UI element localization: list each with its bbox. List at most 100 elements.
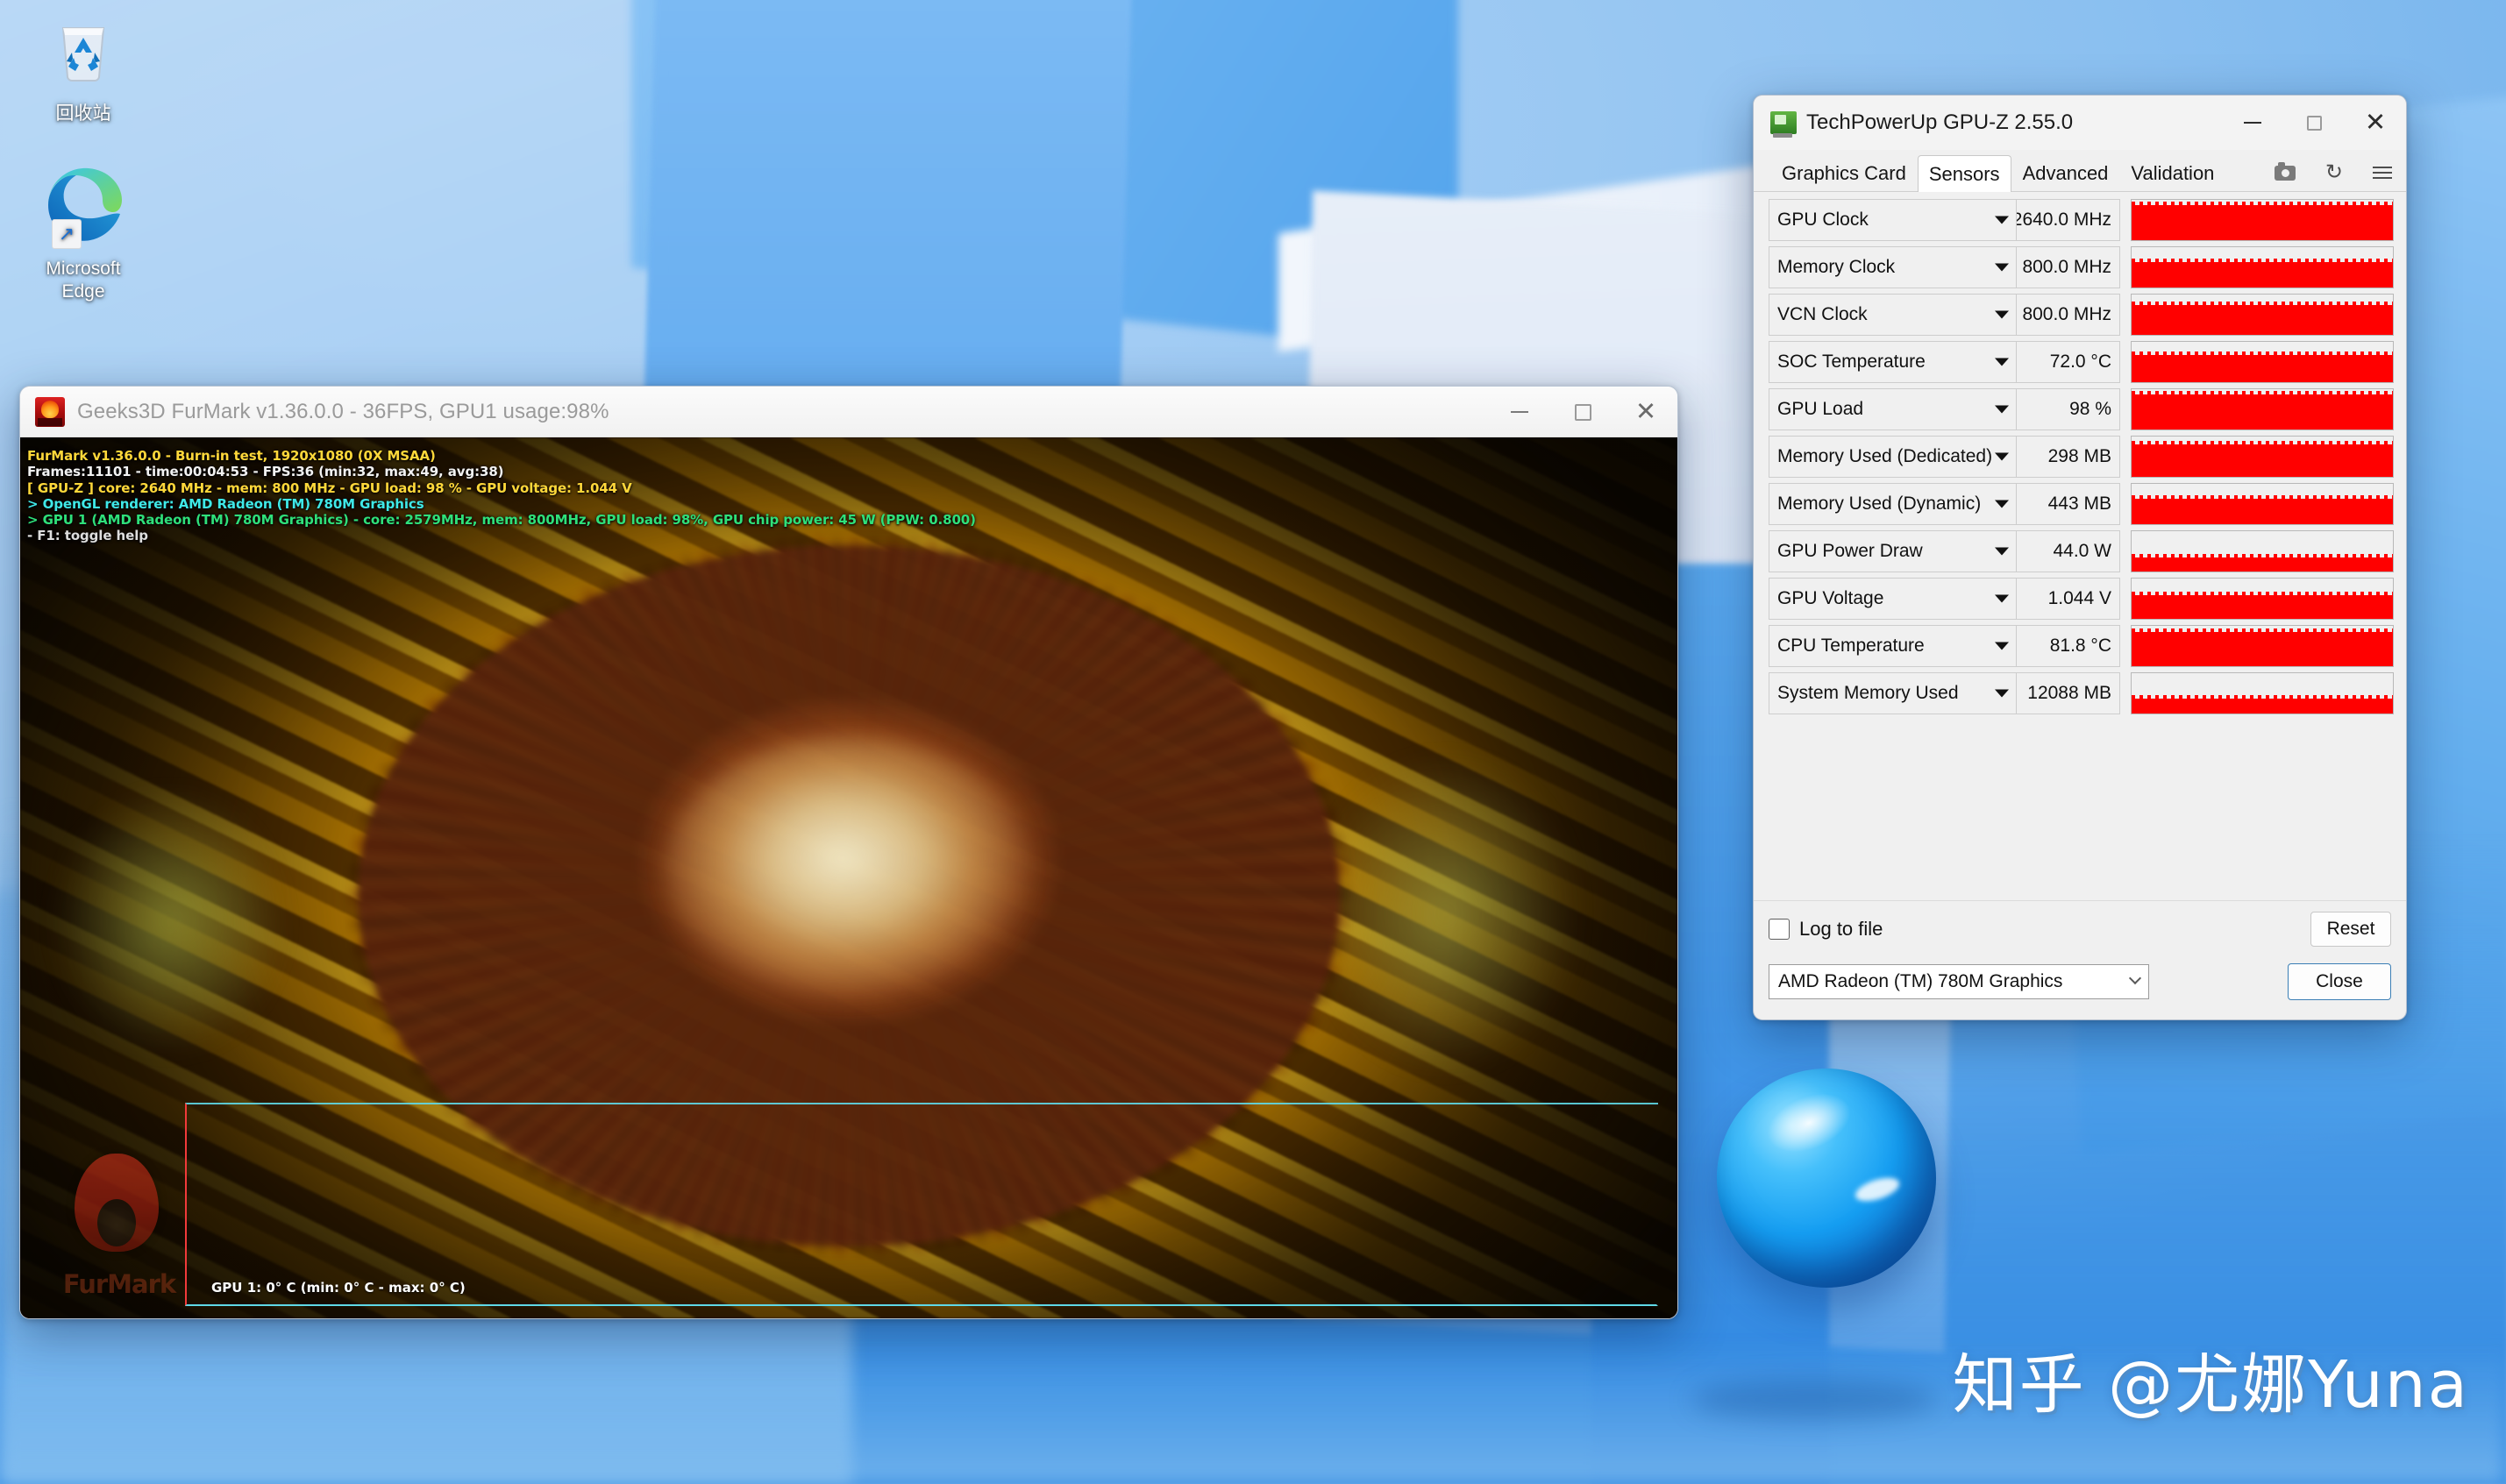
furmark-hud-line-4: > OpenGL renderer: AMD Radeon (TM) 780M …: [27, 495, 424, 512]
sensor-graph-fill: [2132, 628, 2393, 666]
shortcut-arrow-icon: ↗: [52, 219, 82, 249]
sensor-graph: [2131, 530, 2394, 572]
furmark-minimize-button[interactable]: [1488, 387, 1551, 437]
furmark-titlebar[interactable]: Geeks3D FurMark v1.36.0.0 - 36FPS, GPU1 …: [20, 387, 1677, 437]
refresh-icon[interactable]: ↻: [2325, 162, 2343, 183]
log-to-file-label: Log to file: [1799, 917, 1883, 940]
sensor-row: Memory Used (Dedicated) 298 MB: [1769, 436, 2394, 478]
desktop-icon-microsoft-edge[interactable]: ↗ Microsoft Edge: [18, 156, 149, 304]
furmark-maximize-button[interactable]: [1551, 387, 1614, 437]
gpuz-maximize-button[interactable]: [2283, 96, 2345, 150]
furmark-flame-icon: [35, 396, 65, 427]
sensor-graph-fill: [2132, 592, 2393, 619]
tab-graphics-card[interactable]: Graphics Card: [1770, 154, 1918, 191]
sensor-row: GPU Voltage 1.044 V: [1769, 578, 2394, 620]
sensor-name-select[interactable]: GPU Load: [1769, 388, 2017, 430]
tab-sensors[interactable]: Sensors: [1917, 155, 2011, 192]
sensor-graph: [2131, 625, 2394, 667]
sensor-graph: [2131, 294, 2394, 336]
tab-validation[interactable]: Validation: [2119, 154, 2225, 191]
gpuz-window-title: TechPowerUp GPU-Z 2.55.0: [1806, 110, 2074, 134]
sensor-graph-fill: [2132, 202, 2393, 240]
desktop-icon-recycle-bin[interactable]: 回收站: [18, 14, 149, 126]
sensor-value: 72.0 °C: [2017, 341, 2120, 383]
sensor-name-select[interactable]: GPU Clock: [1769, 199, 2017, 241]
caret-down-icon: [1995, 263, 2009, 272]
sensor-value: 800.0 MHz: [2017, 246, 2120, 288]
sensor-row: GPU Clock 2640.0 MHz: [1769, 199, 2394, 241]
sensor-graph-fill: [2132, 259, 2393, 288]
furmark-logo-flame-icon: [75, 1154, 159, 1252]
sensor-name-select[interactable]: System Memory Used: [1769, 672, 2017, 714]
sensor-name-select[interactable]: VCN Clock: [1769, 294, 2017, 336]
gpuz-titlebar[interactable]: TechPowerUp GPU-Z 2.55.0 ✕: [1754, 96, 2406, 150]
furmark-close-button[interactable]: ✕: [1614, 387, 1677, 437]
edge-icon: ↗: [36, 156, 131, 251]
sensor-name-select[interactable]: CPU Temperature: [1769, 625, 2017, 667]
sensor-name-select[interactable]: SOC Temperature: [1769, 341, 2017, 383]
furmark-hud-line-1: FurMark v1.36.0.0 - Burn-in test, 1920x1…: [27, 448, 436, 464]
sensor-row: CPU Temperature 81.8 °C: [1769, 625, 2394, 667]
caret-down-icon: [1995, 310, 2009, 319]
furmark-window-controls: ✕: [1488, 387, 1677, 437]
close-button[interactable]: Close: [2288, 963, 2391, 1000]
gpuz-log-row: Log to file Reset: [1754, 900, 2406, 956]
sensor-name-label: Memory Clock: [1777, 257, 1896, 277]
caret-down-icon: [1995, 500, 2009, 508]
gpuz-tabstrip: Graphics Card Sensors Advanced Validatio…: [1754, 150, 2406, 192]
caret-down-icon: [1995, 405, 2009, 414]
sensor-name-select[interactable]: GPU Voltage: [1769, 578, 2017, 620]
sensor-value: 800.0 MHz: [2017, 294, 2120, 336]
furmark-temp-graph-frame: [185, 1103, 1658, 1306]
sensor-graph-fill: [2132, 301, 2393, 335]
chevron-down-icon: [2128, 971, 2142, 985]
log-to-file-checkbox[interactable]: [1769, 918, 1790, 940]
furmark-logo-text: FurMark: [62, 1269, 176, 1299]
furmark-hud-line-2: Frames:11101 - time:00:04:53 - FPS:36 (m…: [27, 464, 504, 480]
sensor-value: 44.0 W: [2017, 530, 2120, 572]
sensor-name-label: VCN Clock: [1777, 304, 1868, 324]
desktop-icon-label-line2: Edge: [61, 281, 105, 302]
sensor-value: 81.8 °C: [2017, 625, 2120, 667]
sensor-graph: [2131, 672, 2394, 714]
sensor-name-label: GPU Load: [1777, 399, 1864, 419]
furmark-render-canvas[interactable]: FurMark v1.36.0.0 - Burn-in test, 1920x1…: [20, 437, 1677, 1318]
sensor-name-label: Memory Used (Dedicated): [1777, 446, 1993, 466]
tab-advanced[interactable]: Advanced: [2011, 154, 2120, 191]
gpuz-minimize-button[interactable]: [2222, 96, 2283, 150]
reset-button[interactable]: Reset: [2310, 911, 2391, 947]
device-select-value: AMD Radeon (TM) 780M Graphics: [1778, 971, 2063, 991]
sensor-name-select[interactable]: GPU Power Draw: [1769, 530, 2017, 572]
device-select[interactable]: AMD Radeon (TM) 780M Graphics: [1769, 964, 2149, 999]
sensor-value: 98 %: [2017, 388, 2120, 430]
desktop-icon-label: 回收站: [55, 103, 111, 124]
caret-down-icon: [1995, 358, 2009, 366]
menu-icon[interactable]: [2373, 167, 2392, 179]
sensor-graph: [2131, 436, 2394, 478]
recycle-bin-icon: [18, 14, 149, 96]
gpuz-bottom-bar: Log to file Reset AMD Radeon (TM) 780M G…: [1754, 900, 2406, 1019]
camera-icon[interactable]: [2274, 161, 2296, 181]
sensor-name-label: GPU Power Draw: [1777, 541, 1923, 561]
caret-down-icon: [1995, 547, 2009, 556]
graphics-card-icon: [1770, 111, 1797, 138]
gpuz-close-window-button[interactable]: ✕: [2345, 96, 2406, 150]
furmark-window[interactable]: Geeks3D FurMark v1.36.0.0 - 36FPS, GPU1 …: [19, 386, 1678, 1319]
sensor-name-label: CPU Temperature: [1777, 635, 1925, 656]
sensor-name-label: GPU Voltage: [1777, 588, 1884, 608]
sensor-name-select[interactable]: Memory Clock: [1769, 246, 2017, 288]
sensor-graph: [2131, 483, 2394, 525]
zhihu-watermark: 知乎 @尤娜Yuna: [1952, 1347, 2469, 1423]
sensor-value: 12088 MB: [2017, 672, 2120, 714]
sensor-graph-fill: [2132, 495, 2393, 524]
sensor-name-select[interactable]: Memory Used (Dedicated): [1769, 436, 2017, 478]
sensor-name-label: GPU Clock: [1777, 209, 1869, 230]
sensor-graph-fill: [2132, 554, 2393, 572]
sensor-name-label: Memory Used (Dynamic): [1777, 493, 1982, 514]
gpuz-window[interactable]: TechPowerUp GPU-Z 2.55.0 ✕ Graphics Card…: [1753, 95, 2407, 1020]
sensor-name-select[interactable]: Memory Used (Dynamic): [1769, 483, 2017, 525]
sensor-row: GPU Power Draw 44.0 W: [1769, 530, 2394, 572]
sensor-value: 298 MB: [2017, 436, 2120, 478]
sensor-graph: [2131, 341, 2394, 383]
gpuz-sensors-list: GPU Clock 2640.0 MHz Memory Clock 800.0 MHz…: [1754, 192, 2406, 714]
